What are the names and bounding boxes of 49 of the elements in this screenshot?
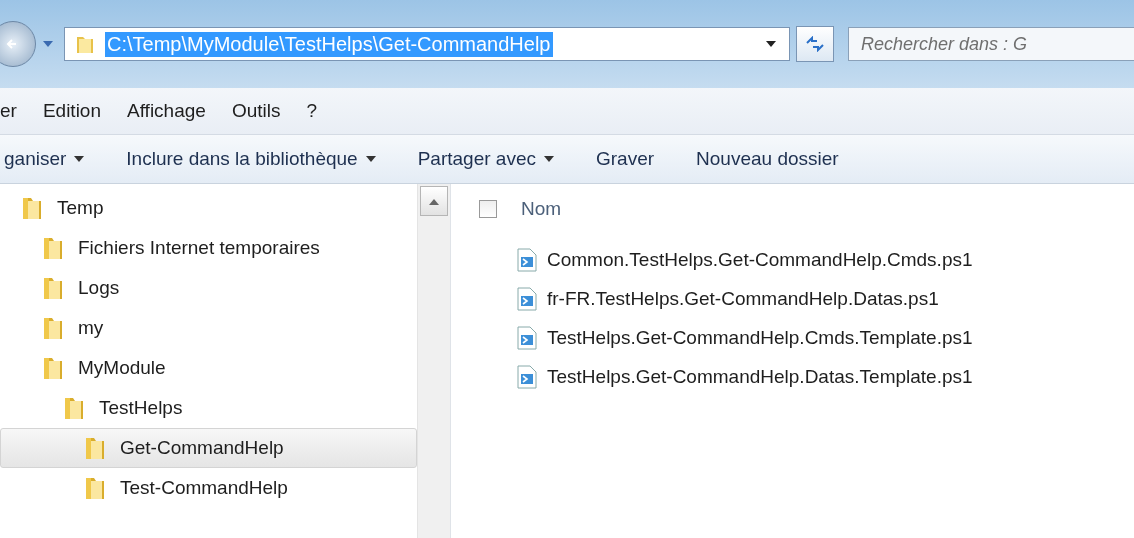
folder-icon: [42, 355, 64, 381]
script-file-icon: [517, 364, 537, 389]
toolbar-button[interactable]: Partager avec: [407, 142, 564, 176]
tree-item[interactable]: my: [0, 308, 417, 348]
dropdown-caret-icon[interactable]: [765, 40, 777, 48]
toolbar-button[interactable]: Nouveau dossier: [686, 142, 849, 176]
tree-item[interactable]: Test-CommandHelp: [0, 468, 417, 508]
file-item[interactable]: Common.TestHelps.Get-CommandHelp.Cmds.ps1: [479, 240, 1134, 279]
file-item[interactable]: fr-FR.TestHelps.Get-CommandHelp.Datas.ps1: [479, 279, 1134, 318]
menu-item[interactable]: Outils: [231, 100, 281, 122]
toolbar-button[interactable]: ganiser: [0, 142, 95, 176]
refresh-button[interactable]: [796, 26, 834, 62]
tree-item[interactable]: Logs: [0, 268, 417, 308]
folder-icon: [42, 275, 64, 301]
toolbar-button[interactable]: Graver: [585, 142, 665, 176]
back-button[interactable]: [0, 21, 36, 67]
file-item[interactable]: TestHelps.Get-CommandHelp.Datas.Template.ps1: [479, 357, 1134, 396]
select-all-checkbox[interactable]: [479, 200, 497, 218]
search-field[interactable]: Rechercher dans : G: [848, 27, 1134, 61]
menu-item[interactable]: er: [0, 100, 17, 122]
tree-item[interactable]: TestHelps: [0, 388, 417, 428]
caret-icon[interactable]: [42, 40, 54, 48]
tree-item[interactable]: MyModule: [0, 348, 417, 388]
folder-icon: [84, 435, 106, 461]
refresh-icon: [805, 36, 825, 52]
folder-icon: [42, 235, 64, 261]
address-path: C:\Temp\MyModule\TestHelps\Get-CommandHelp: [105, 31, 553, 57]
folder-icon: [21, 195, 43, 221]
script-file-icon: [517, 325, 537, 350]
scrollbar[interactable]: [417, 184, 450, 538]
toolbar-button[interactable]: Inclure dans la bibliothèque: [116, 142, 386, 176]
caret-icon: [365, 155, 376, 163]
menu-item[interactable]: Edition: [42, 100, 101, 122]
up-arrow-icon: [429, 197, 439, 205]
tree-item[interactable]: Temp: [0, 188, 417, 228]
menu-item[interactable]: Affichage: [127, 100, 206, 122]
script-file-icon: [517, 247, 537, 272]
column-header[interactable]: Nom: [521, 198, 562, 220]
folder-icon: [63, 395, 85, 421]
folder-icon: [84, 475, 106, 501]
tree-item[interactable]: Fichiers Internet temporaires: [0, 228, 417, 268]
script-file-icon: [517, 286, 537, 311]
tree-item[interactable]: Get-CommandHelp: [0, 428, 417, 468]
file-item[interactable]: TestHelps.Get-CommandHelp.Cmds.Template.ps1: [479, 318, 1134, 357]
menu-item[interactable]: ?: [306, 100, 318, 122]
caret-icon: [74, 155, 85, 163]
folder-icon: [42, 315, 64, 341]
scroll-up-button[interactable]: [420, 186, 448, 216]
caret-icon: [543, 155, 554, 163]
